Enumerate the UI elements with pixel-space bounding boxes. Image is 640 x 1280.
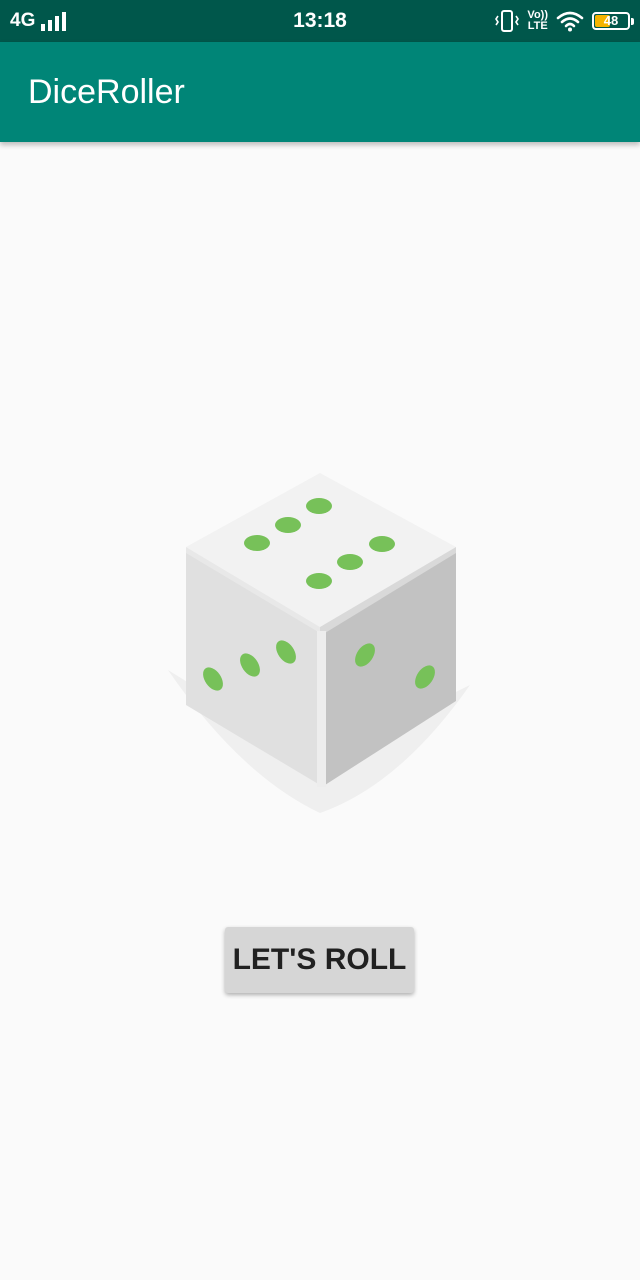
battery-level-label: 48 (603, 13, 619, 28)
dice-top-pip-5 (337, 554, 363, 570)
battery-icon: 48 (592, 12, 634, 30)
status-right: Vo)) LTE 48 (495, 0, 634, 42)
dice-top-pip-6 (369, 536, 395, 552)
roll-button[interactable]: LET'S ROLL (225, 927, 414, 993)
dice-top-pip-4 (306, 573, 332, 589)
wifi-icon (556, 11, 584, 32)
battery-cap (631, 18, 634, 25)
app-bar: DiceRoller (0, 42, 640, 142)
app-title: DiceRoller (28, 73, 185, 111)
dice-top-pip-3 (306, 498, 332, 514)
dice-top-pip-1 (244, 535, 270, 551)
status-bar: 4G 13:18 Vo)) LTE 48 (0, 0, 640, 42)
volte-indicator: Vo)) LTE (527, 10, 548, 32)
vibrate-icon (495, 10, 520, 32)
dice-illustration (168, 473, 470, 813)
dice-vertical-edge (317, 631, 326, 787)
dice-top-pip-2 (275, 517, 301, 533)
dice-image (160, 465, 480, 820)
volte-bottom-label: LTE (527, 20, 548, 32)
